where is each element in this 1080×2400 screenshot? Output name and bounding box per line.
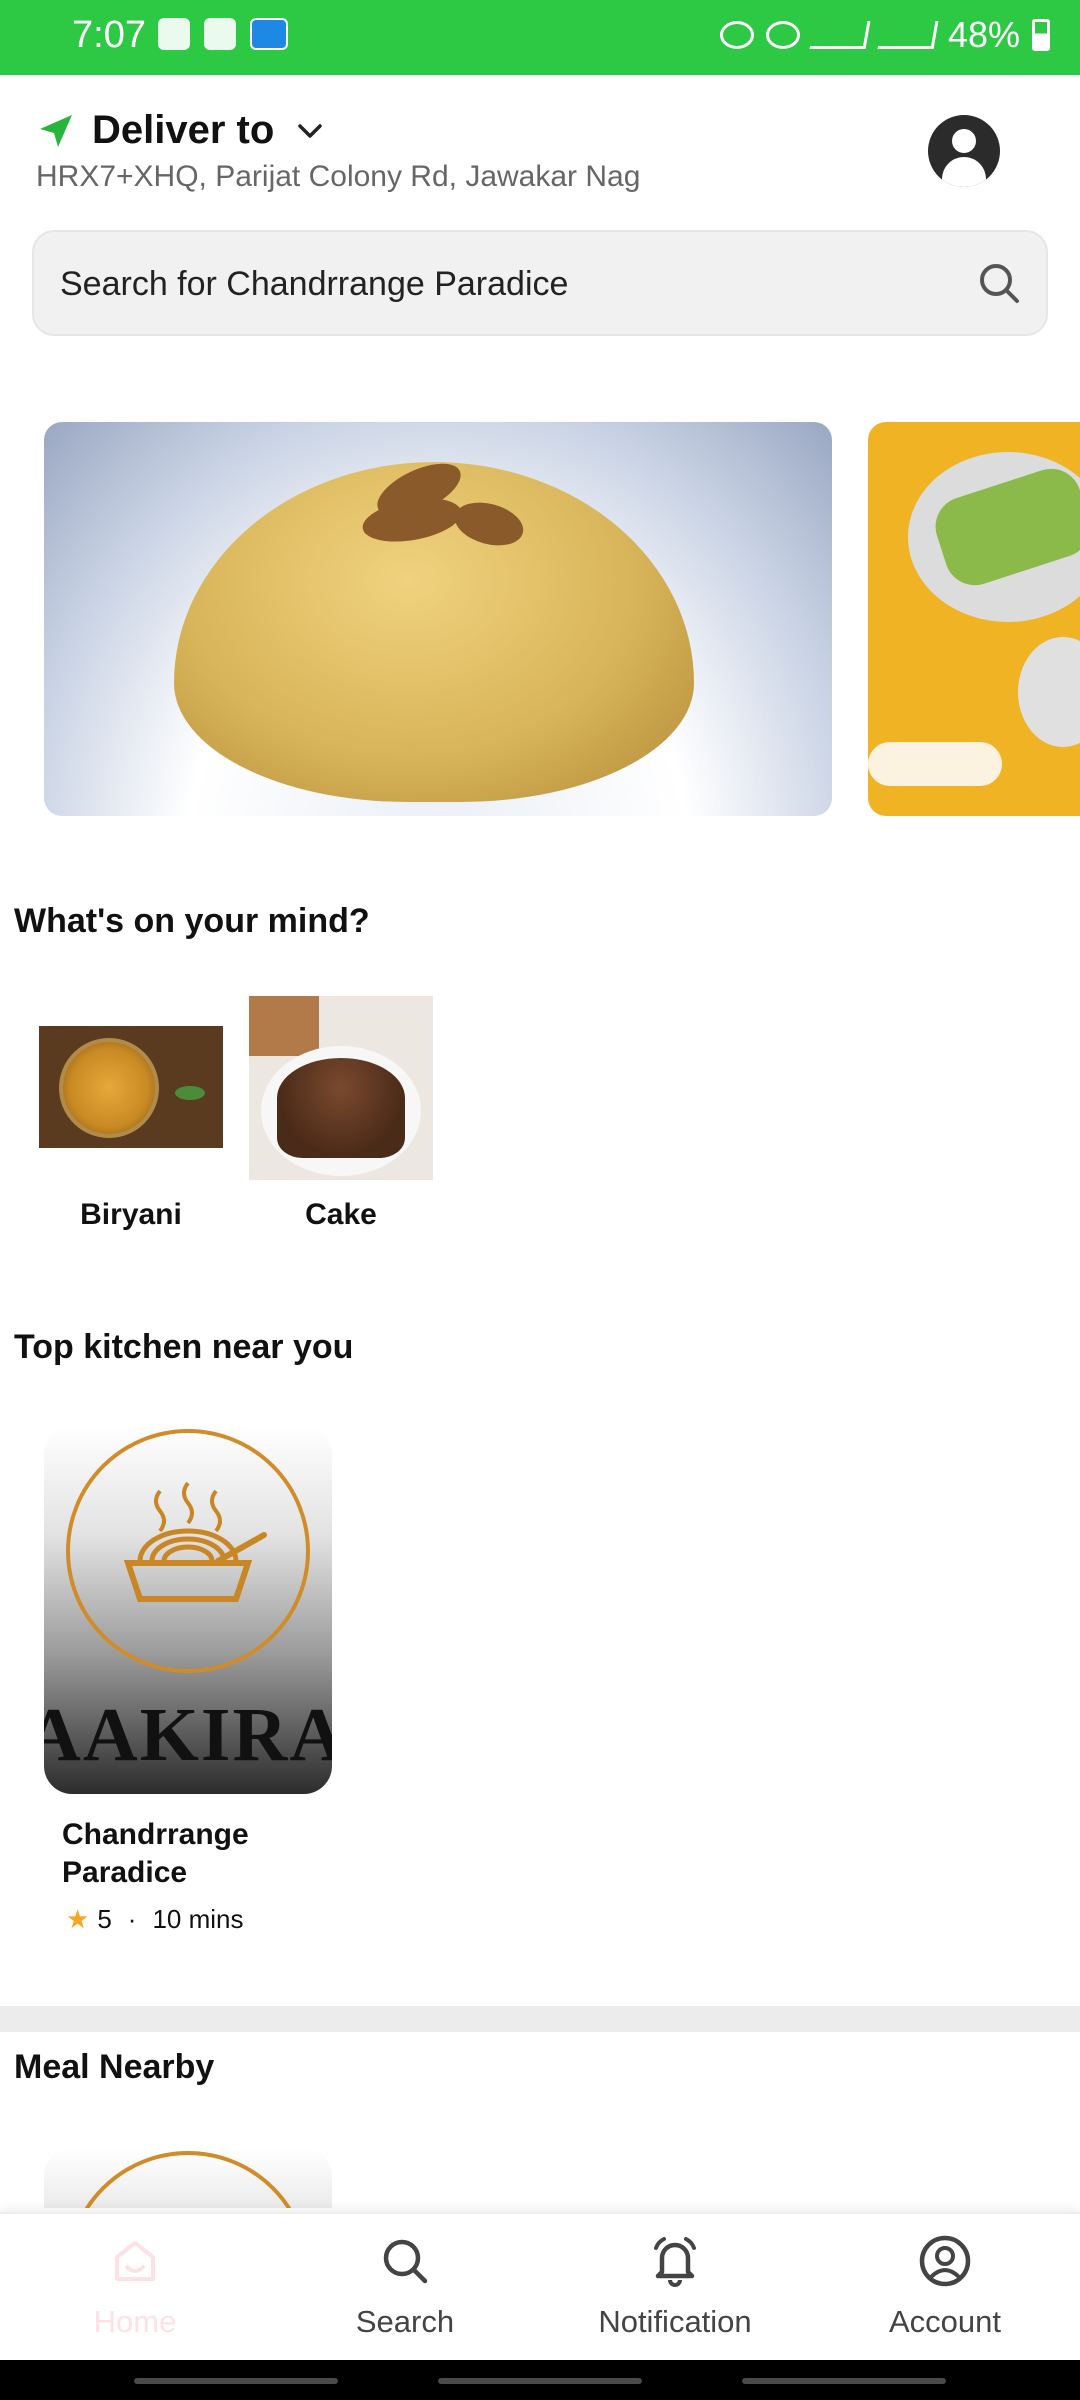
wifi-icon — [765, 21, 800, 49]
category-label: Cake — [305, 1198, 377, 1231]
nav-account[interactable]: Account — [810, 2230, 1080, 2340]
category-image — [249, 996, 433, 1180]
star-icon: ★ — [66, 1904, 90, 1934]
biryani-pot — [59, 1038, 159, 1138]
nav-label: Search — [355, 2304, 455, 2339]
nav-label: Home — [93, 2304, 177, 2339]
kitchen-rating: 5 — [97, 1904, 112, 1934]
kitchen-card-image[interactable]: AAKIRAS — [44, 1426, 332, 1794]
alarm-icon — [719, 21, 754, 49]
app-icon — [204, 18, 236, 50]
battery-percent: 48% — [947, 14, 1020, 55]
kitchen-logo-text: AAKIRAS — [44, 1693, 332, 1777]
section-title-categories: What's on your mind? — [14, 902, 370, 940]
cloud-upload-icon — [250, 18, 288, 50]
search-icon[interactable] — [976, 260, 1022, 306]
home-handle[interactable] — [438, 2378, 642, 2384]
kitchen-delivery-time: 10 mins — [152, 1904, 244, 1934]
promo-banner-toast[interactable] — [868, 422, 1080, 816]
system-icons: 48% — [719, 14, 1050, 56]
separator-dot: · — [127, 1904, 137, 1934]
deliver-to-label: Deliver to — [92, 108, 275, 152]
section-divider — [0, 2006, 1080, 2032]
account-icon — [919, 2235, 971, 2287]
garnish-leaf — [175, 1086, 205, 1100]
section-title-meal-nearby: Meal Nearby — [14, 2048, 215, 2086]
wooden-board — [249, 996, 319, 1056]
kitchen-meta: ★ 5 · 10 mins — [66, 1904, 244, 1935]
battery-icon — [1032, 19, 1050, 51]
logo-ring — [66, 2151, 310, 2208]
search-placeholder: Search for Chandrrange Paradice — [60, 265, 569, 303]
nav-home[interactable]: Home — [0, 2230, 270, 2340]
location-arrow-icon — [40, 114, 72, 147]
avatar-head — [952, 129, 976, 153]
teams-icon — [158, 18, 190, 50]
cake-image — [249, 996, 433, 1180]
category-image — [39, 996, 223, 1180]
kitchen-name[interactable]: Chandrrange Paradice — [62, 1816, 322, 1892]
chocolate-cake — [277, 1058, 405, 1158]
status-time: 7:07 — [72, 14, 146, 56]
profile-avatar-button[interactable] — [928, 115, 1000, 187]
section-title-top-kitchen: Top kitchen near you — [14, 1328, 354, 1366]
biryani-image — [39, 1026, 223, 1148]
status-bar: 7:07 48% — [0, 0, 1080, 75]
notification-icons — [158, 18, 288, 50]
system-gesture-bar — [0, 2360, 1080, 2400]
signal-lte1-icon — [809, 21, 871, 49]
back-handle[interactable] — [742, 2378, 946, 2384]
deliver-to-selector[interactable]: Deliver to — [36, 108, 324, 153]
chevron-down-icon — [298, 123, 323, 138]
order-now-badge — [868, 742, 1002, 786]
search-bar[interactable]: Search for Chandrrange Paradice — [32, 230, 1048, 336]
promo-banner-halwa[interactable] — [44, 422, 832, 816]
nav-search[interactable]: Search — [270, 2230, 540, 2340]
signal-lte2-icon — [877, 21, 939, 49]
nav-label: Account — [888, 2304, 1001, 2339]
avatar-body — [942, 157, 986, 187]
delivery-address[interactable]: HRX7+XHQ, Parijat Colony Rd, Jawakar Nag — [36, 160, 640, 194]
banner-plate — [1018, 637, 1080, 747]
home-icon — [115, 2241, 155, 2281]
recent-apps-handle[interactable] — [134, 2378, 338, 2384]
category-label: Biryani — [80, 1198, 182, 1231]
noodle-bowl-icon — [123, 1481, 267, 1602]
search-icon — [383, 2239, 428, 2284]
meal-card-image[interactable] — [44, 2148, 332, 2208]
bell-icon — [654, 2237, 696, 2287]
bottom-navigation: Home Search Notification Account — [0, 2212, 1080, 2360]
nav-notification[interactable]: Notification — [540, 2230, 810, 2340]
category-biryani[interactable]: Biryani — [36, 996, 226, 1232]
nav-label: Notification — [598, 2304, 752, 2339]
category-cake[interactable]: Cake — [246, 996, 436, 1232]
